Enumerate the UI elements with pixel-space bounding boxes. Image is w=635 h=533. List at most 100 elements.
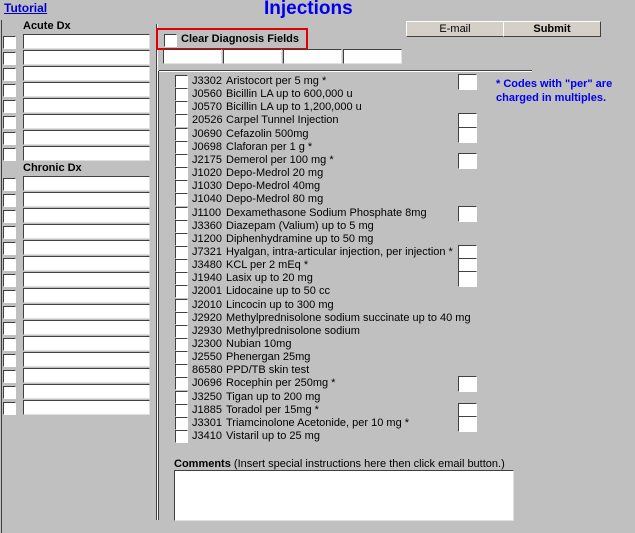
chronic-dx-checkbox[interactable] [3,386,16,399]
acute-dx-field[interactable] [23,98,150,113]
clear-diagnosis-label: Clear Diagnosis Fields [181,33,299,45]
diagnosis-field-2[interactable] [223,49,282,64]
injection-checkbox[interactable] [175,272,188,286]
quantity-field[interactable] [458,376,477,393]
tutorial-link[interactable]: Tutorial [4,1,47,15]
quantity-field[interactable] [458,74,477,90]
injection-checkbox[interactable] [175,390,188,404]
acute-dx-field[interactable] [23,82,150,97]
per-codes-note: * Codes with "per" are charged in multip… [496,78,613,104]
injection-checkbox[interactable] [175,75,188,88]
chronic-dx-checkbox[interactable] [3,226,16,239]
chronic-dx-checkbox[interactable] [3,370,16,383]
quantity-field[interactable] [458,271,477,288]
chronic-dx-checkbox[interactable] [3,402,16,415]
injection-checkbox[interactable] [175,206,188,220]
injection-checkbox[interactable] [175,338,188,351]
injection-checkbox[interactable] [175,88,188,102]
acute-dx-checkbox[interactable] [3,116,16,129]
injection-checkbox[interactable] [175,298,188,312]
acute-dx-checkbox[interactable] [3,68,16,81]
injection-checkbox[interactable] [175,153,188,167]
chronic-dx-checkbox[interactable] [3,338,16,351]
injection-checkbox[interactable] [175,232,188,246]
injection-checkbox[interactable] [175,114,188,128]
email-button[interactable]: E-mail [406,21,504,37]
diagnosis-field-1[interactable] [163,49,222,64]
quantity-field[interactable] [458,152,477,169]
acute-dx-field[interactable] [23,34,150,49]
quantity-field[interactable] [458,205,477,222]
chronic-dx-field[interactable] [23,384,150,399]
chronic-dx-checkbox[interactable] [3,210,16,223]
acute-dx-checkbox[interactable] [3,100,16,113]
acute-dx-checkbox[interactable] [3,84,16,97]
acute-dx-checkbox[interactable] [3,148,16,161]
acute-dx-checkbox[interactable] [3,132,16,145]
injection-label: J3250 [192,390,222,403]
injection-label: J2175 [192,153,222,166]
clear-diagnosis-checkbox[interactable] [164,34,177,47]
acute-dx-checkbox[interactable] [3,36,16,49]
injection-checkbox[interactable] [175,140,188,154]
injection-checkbox[interactable] [175,430,188,444]
chronic-dx-field[interactable] [23,224,150,239]
chronic-dx-checkbox[interactable] [3,290,16,303]
diagnosis-field-4[interactable] [343,49,402,64]
acute-dx-checkbox[interactable] [3,52,16,65]
chronic-dx-checkbox[interactable] [3,354,16,367]
injection-name: Lincocin up to 300 mg [226,298,334,311]
chronic-dx-checkbox[interactable] [3,258,16,271]
chronic-dx-checkbox[interactable] [3,194,16,207]
chronic-dx-checkbox[interactable] [3,178,16,191]
chronic-dx-field[interactable] [23,176,150,191]
chronic-dx-field[interactable] [23,272,150,287]
injection-checkbox[interactable] [175,311,188,325]
injection-checkbox[interactable] [175,377,188,391]
injection-name: Demerol per 100 mg * [226,153,334,166]
chronic-dx-checkbox[interactable] [3,306,16,319]
chronic-dx-field[interactable] [23,208,150,223]
injection-checkbox[interactable] [175,403,188,417]
acute-dx-field[interactable] [23,146,150,161]
chronic-dx-checkbox[interactable] [3,274,16,287]
chronic-dx-field[interactable] [23,192,150,207]
quantity-field[interactable] [458,415,477,432]
chronic-dx-field[interactable] [23,320,150,335]
injection-name: Bicillin LA up to 600,000 u [226,88,353,101]
chronic-dx-field[interactable] [23,352,150,367]
chronic-dx-field[interactable] [23,368,150,383]
injection-checkbox[interactable] [175,364,188,378]
injection-checkbox[interactable] [175,259,188,273]
injection-checkbox[interactable] [175,285,188,299]
diagnosis-field-3[interactable] [283,49,342,64]
injection-checkbox[interactable] [175,167,188,181]
injection-checkbox[interactable] [175,324,188,338]
injection-checkbox[interactable] [175,219,188,233]
chronic-dx-checkbox[interactable] [3,322,16,335]
injection-checkbox[interactable] [175,193,188,207]
acute-dx-field[interactable] [23,114,150,129]
injection-checkbox[interactable] [175,101,188,115]
chronic-dx-field[interactable] [23,336,150,351]
injection-name: Phenergan 25mg [226,351,311,364]
injection-checkbox[interactable] [175,351,188,365]
injection-checkbox[interactable] [175,127,188,141]
acute-dx-field[interactable] [23,50,150,65]
chronic-dx-field[interactable] [23,256,150,271]
chronic-dx-field[interactable] [23,288,150,303]
injection-checkbox[interactable] [175,180,188,194]
chronic-dx-field[interactable] [23,304,150,319]
submit-button[interactable]: Submit [503,21,601,37]
comments-textarea[interactable] [174,470,514,521]
injection-label: J2010 [192,298,222,311]
chronic-dx-field[interactable] [23,240,150,255]
injection-checkbox[interactable] [175,245,188,259]
injection-checkbox[interactable] [175,416,188,430]
chronic-dx-checkbox[interactable] [3,242,16,255]
chronic-dx-field[interactable] [23,400,150,415]
acute-dx-field[interactable] [23,66,150,81]
acute-dx-field[interactable] [23,130,150,145]
injection-label: J0560 [192,88,222,101]
quantity-field[interactable] [458,126,477,143]
